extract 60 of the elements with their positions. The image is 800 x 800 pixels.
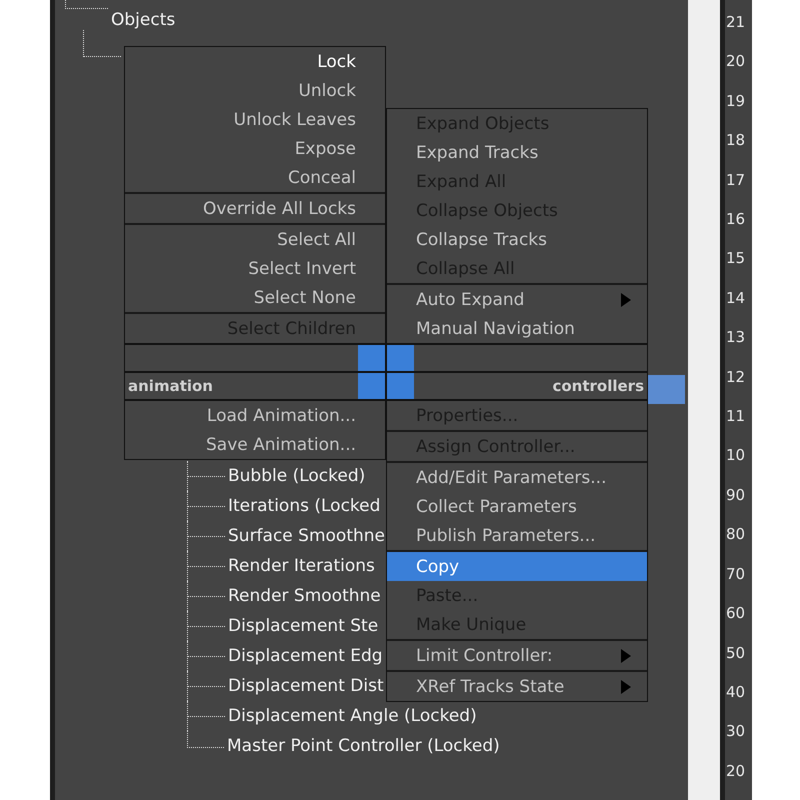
menu-item[interactable]: Select Invert <box>125 254 385 283</box>
ruler-label: 10 <box>725 445 746 466</box>
menu-item[interactable]: Select None <box>125 283 385 312</box>
ruler-label: 60 <box>725 603 746 624</box>
menu-item[interactable]: Manual Navigation <box>387 314 647 343</box>
menu-item[interactable]: Add/Edit Parameters... <box>387 463 647 492</box>
ruler-label: 70 <box>725 564 746 585</box>
ruler-label: 19 <box>725 90 746 112</box>
tree-item[interactable]: Bubble (Locked) <box>225 466 366 486</box>
ruler-label: 18 <box>725 130 746 152</box>
tree-item[interactable]: Render Iterations <box>225 556 375 576</box>
menu-item[interactable]: Override All Locks <box>125 194 385 223</box>
ruler-label: 80 <box>725 524 746 546</box>
menu-item[interactable]: Limit Controller: <box>387 641 647 670</box>
ruler-label: 30 <box>725 721 746 742</box>
tree-connector <box>83 30 121 57</box>
menu-item[interactable]: Auto Expand <box>387 285 647 314</box>
menu-item[interactable]: Load Animation... <box>125 401 385 430</box>
quadrant-title: controllers <box>551 377 645 395</box>
ruler-label: 40 <box>725 682 746 703</box>
menu-item[interactable]: Unlock <box>125 76 385 105</box>
menu-item[interactable]: XRef Tracks State <box>387 672 647 701</box>
ruler-label: 14 <box>725 288 746 309</box>
tree-item[interactable]: Surface Smoothne <box>225 526 385 546</box>
tree-item[interactable]: Master Point Controller (Locked) <box>224 736 500 756</box>
quadrant-handle[interactable] <box>358 345 385 371</box>
menu-item[interactable]: Unlock Leaves <box>125 105 385 134</box>
ruler-label: 16 <box>725 209 746 230</box>
menu-item[interactable]: Copy <box>387 552 647 581</box>
tree-item[interactable]: Objects <box>108 10 176 30</box>
ruler-label: 11 <box>725 406 746 428</box>
menu-item[interactable]: Conceal <box>125 163 385 192</box>
tree-item[interactable]: Displacement Edg <box>225 646 383 666</box>
tree-item[interactable]: Iterations (Locked <box>225 496 380 516</box>
menu-item[interactable]: Save Animation... <box>125 430 385 459</box>
ruler-label: 21 <box>725 12 746 33</box>
ruler-label: 13 <box>725 327 746 348</box>
tree-item[interactable]: Displacement Angle (Locked) <box>225 706 477 726</box>
menu-item[interactable]: Collect Parameters <box>387 492 647 521</box>
ruler-label: 20 <box>725 51 746 72</box>
menu-item[interactable]: Expand Tracks <box>387 138 647 167</box>
quadrant-handle[interactable] <box>387 345 414 371</box>
tree-item[interactable]: Render Smoothne <box>225 586 381 606</box>
ruler-label: 17 <box>725 170 746 191</box>
menu-item[interactable]: Collapse Tracks <box>387 225 647 254</box>
quadrant-handle[interactable] <box>387 373 414 399</box>
menu-item[interactable]: Publish Parameters... <box>387 521 647 550</box>
ruler-label: 90 <box>725 484 746 506</box>
ruler-label: 20 <box>725 760 746 782</box>
menu-item[interactable]: Expose <box>125 134 385 163</box>
quadrant-title: animation <box>127 377 214 395</box>
tree-item[interactable]: Displacement Dist <box>225 676 384 696</box>
quadrant-handle[interactable] <box>358 373 385 399</box>
menu-item[interactable]: Select All <box>125 225 385 254</box>
menu-item[interactable]: Lock <box>125 47 385 76</box>
ruler-label: 15 <box>725 248 746 270</box>
ruler-label: 12 <box>725 366 746 388</box>
tree-item[interactable]: Displacement Ste <box>225 616 378 636</box>
splitter-bar[interactable] <box>688 0 720 800</box>
ruler-label: 50 <box>725 642 746 664</box>
